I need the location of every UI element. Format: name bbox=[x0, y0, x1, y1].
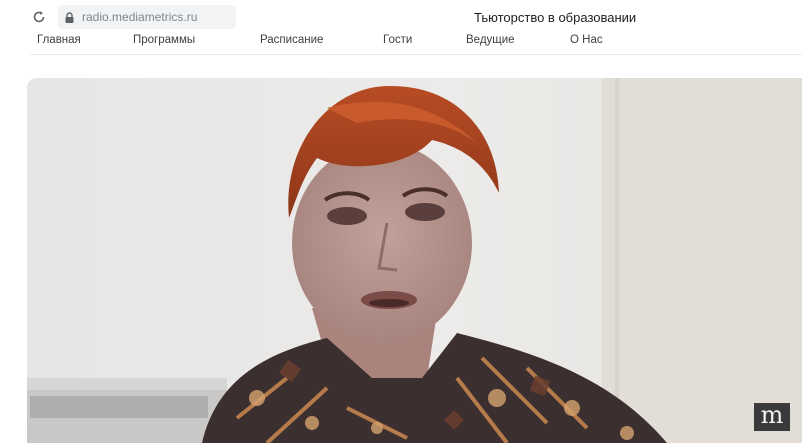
address-bar[interactable]: radio.mediametrics.ru bbox=[58, 5, 236, 29]
nav-item-programs[interactable]: Программы bbox=[133, 34, 195, 46]
nav-item-hosts[interactable]: Ведущие bbox=[466, 34, 515, 46]
page: radio.mediametrics.ru Тьюторство в образ… bbox=[0, 0, 802, 443]
nav-item-about[interactable]: О Нас bbox=[570, 34, 603, 46]
video-player[interactable]: m bbox=[27, 78, 802, 443]
video-frame bbox=[27, 78, 802, 443]
site-nav: Главная Программы Расписание Гости Ведущ… bbox=[0, 34, 802, 52]
browser-toolbar: radio.mediametrics.ru Тьюторство в образ… bbox=[0, 0, 802, 34]
page-title: Тьюторство в образовании bbox=[474, 10, 637, 25]
nav-item-schedule[interactable]: Расписание bbox=[260, 34, 323, 46]
url-text: radio.mediametrics.ru bbox=[82, 10, 198, 24]
lock-icon bbox=[64, 11, 75, 23]
nav-item-guests[interactable]: Гости bbox=[383, 34, 412, 46]
reload-icon[interactable] bbox=[32, 10, 46, 24]
nav-item-home[interactable]: Главная bbox=[37, 34, 81, 46]
nav-divider bbox=[30, 54, 802, 55]
channel-logo: m bbox=[754, 403, 790, 431]
